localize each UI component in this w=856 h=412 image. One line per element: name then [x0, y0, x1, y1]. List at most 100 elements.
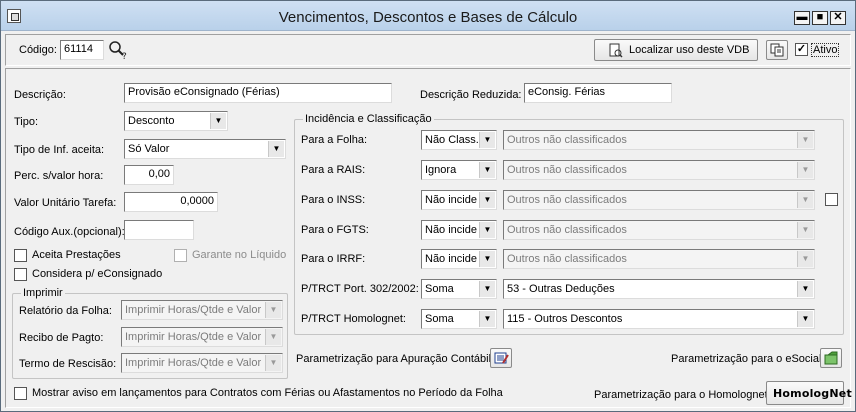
mostrar-aviso-label: Mostrar aviso em lançamentos para Contra… — [32, 387, 503, 399]
imprimir-row-label: Relatório da Folha: — [19, 305, 112, 317]
trct-302-long-value: 53 - Outras Deduções — [507, 283, 615, 295]
codigo-input[interactable]: 61114 — [60, 40, 104, 60]
inss-short-select[interactable]: Não incide ▼ — [421, 190, 497, 210]
param-homolognet-label: Parametrização para o Homolognet: — [594, 389, 771, 401]
chevron-down-icon[interactable]: ▼ — [479, 251, 495, 267]
descricao-reduzida-input[interactable]: eConsig. Férias — [524, 83, 672, 103]
chevron-down-icon[interactable]: ▼ — [479, 222, 495, 238]
imprimir-title: Imprimir — [21, 287, 65, 299]
rais-long-value: Outros não classificados — [507, 164, 627, 176]
descricao-label: Descrição: — [14, 89, 66, 101]
termo-rescisao-value: Imprimir Horas/Qtde e Valor — [125, 357, 262, 369]
considera-econsignado-label: Considera p/ eConsignado — [32, 268, 163, 280]
inss-long-value: Outros não classificados — [507, 194, 627, 206]
perc-label: Perc. s/valor hora: — [14, 170, 104, 182]
chevron-down-icon[interactable]: ▼ — [479, 132, 495, 148]
aceita-prestacoes-label: Aceita Prestações — [32, 249, 121, 261]
chevron-down-icon: ▼ — [265, 302, 281, 318]
minimize-button[interactable]: ▬ — [794, 11, 810, 25]
copy-icon — [770, 43, 785, 60]
main-panel: Descrição: Provisão eConsignado (Férias)… — [5, 68, 852, 408]
chevron-down-icon[interactable]: ▼ — [479, 311, 495, 327]
chevron-down-icon[interactable]: ▼ — [797, 281, 813, 297]
rais-short-select[interactable]: Ignora ▼ — [421, 160, 497, 180]
rais-short-value: Ignora — [425, 164, 457, 176]
trct-302-short-select[interactable]: Soma ▼ — [421, 279, 497, 299]
svg-text:?: ? — [122, 52, 127, 60]
inss-short-value: Não incide — [425, 194, 477, 206]
chevron-down-icon: ▼ — [797, 162, 813, 178]
ledger-edit-icon — [494, 351, 509, 368]
chevron-down-icon[interactable]: ▼ — [479, 192, 495, 208]
chevron-down-icon[interactable]: ▼ — [479, 162, 495, 178]
inss-long-select: Outros não classificados ▼ — [503, 190, 815, 210]
inss-checkbox[interactable] — [825, 193, 838, 206]
termo-rescisao-select: Imprimir Horas/Qtde e Valor ▼ — [121, 353, 283, 373]
trct-302-long-select[interactable]: 53 - Outras Deduções ▼ — [503, 279, 815, 299]
chevron-down-icon[interactable]: ▼ — [210, 113, 226, 129]
incidencia-title: Incidência e Classificação — [303, 113, 434, 125]
trct-homolognet-short-select[interactable]: Soma ▼ — [421, 309, 497, 329]
chevron-down-icon: ▼ — [797, 251, 813, 267]
incidencia-row-label: Para a Folha: — [301, 134, 368, 146]
close-button[interactable]: ✕ — [830, 11, 846, 25]
garante-liquido-label: Garante no Líquido — [192, 249, 287, 261]
rais-long-select: Outros não classificados ▼ — [503, 160, 815, 180]
tipo-value: Desconto — [128, 115, 175, 127]
irrf-short-value: Não incide — [425, 253, 477, 265]
chevron-down-icon[interactable]: ▼ — [797, 311, 813, 327]
chevron-down-icon[interactable]: ▼ — [479, 281, 495, 297]
folha-long-select: Outros não classificados ▼ — [503, 130, 815, 150]
copy-button[interactable] — [766, 40, 788, 60]
imprimir-group: Imprimir Relatório da Folha: Imprimir Ho… — [12, 287, 288, 379]
window-title: Vencimentos, Descontos e Bases de Cálcul… — [278, 9, 578, 26]
descricao-input[interactable]: Provisão eConsignado (Férias) — [124, 83, 392, 103]
fgts-short-select[interactable]: Não incide ▼ — [421, 220, 497, 240]
param-esocial-button[interactable] — [820, 348, 842, 368]
chevron-down-icon[interactable]: ▼ — [268, 141, 284, 157]
trct-homolognet-long-select[interactable]: 115 - Outros Descontos ▼ — [503, 309, 815, 329]
codigo-aux-label: Código Aux.(opcional): — [14, 226, 125, 238]
tipo-inf-select[interactable]: Só Valor ▼ — [124, 139, 286, 159]
valor-unitario-input[interactable]: 0,0000 — [124, 192, 218, 212]
relatorio-folha-value: Imprimir Horas/Qtde e Valor — [125, 304, 262, 316]
tipo-inf-value: Só Valor — [128, 143, 170, 155]
incidencia-row-label: Para o INSS: — [301, 194, 366, 206]
descricao-reduzida-label: Descrição Reduzida: — [420, 89, 522, 101]
codigo-label: Código: — [19, 44, 57, 56]
incidencia-row-label: P/TRCT Homolognet: — [301, 313, 406, 325]
irrf-long-select: Outros não classificados ▼ — [503, 249, 815, 269]
search-help-icon[interactable]: ? — [108, 40, 128, 62]
relatorio-folha-select: Imprimir Horas/Qtde e Valor ▼ — [121, 300, 283, 320]
incidencia-row-label: Para a RAIS: — [301, 164, 366, 176]
homolognet-logo: HomologNet — [773, 387, 852, 400]
maximize-button[interactable]: ■ — [812, 11, 828, 25]
esocial-icon — [824, 351, 839, 368]
chevron-down-icon: ▼ — [265, 329, 281, 345]
irrf-short-select[interactable]: Não incide ▼ — [421, 249, 497, 269]
codigo-aux-input[interactable] — [124, 220, 194, 240]
incidencia-row-label: P/TRCT Port. 302/2002: — [301, 283, 419, 295]
tipo-inf-label: Tipo de Inf. aceita: — [14, 144, 105, 156]
folha-short-value: Não Class. — [425, 134, 478, 146]
param-contabil-button[interactable] — [490, 348, 512, 368]
param-homolognet-button[interactable]: HomologNet — [766, 381, 852, 405]
localizar-uso-button[interactable]: Localizar uso deste VDB — [594, 39, 758, 61]
trct-homolognet-long-value: 115 - Outros Descontos — [507, 313, 623, 325]
fgts-long-select: Outros não classificados ▼ — [503, 220, 815, 240]
recibo-pagto-value: Imprimir Horas/Qtde e Valor — [125, 331, 262, 343]
chevron-down-icon: ▼ — [797, 192, 813, 208]
chevron-down-icon: ▼ — [265, 355, 281, 371]
perc-input[interactable]: 0,00 — [124, 165, 174, 185]
aceita-prestacoes-checkbox[interactable] — [14, 249, 27, 262]
considera-econsignado-checkbox[interactable] — [14, 268, 27, 281]
valor-unitario-label: Valor Unitário Tarefa: — [14, 197, 117, 209]
imprimir-row-label: Termo de Rescisão: — [19, 358, 117, 370]
mostrar-aviso-checkbox[interactable] — [14, 387, 27, 400]
trct-302-short-value: Soma — [425, 283, 454, 295]
folha-short-select[interactable]: Não Class. ▼ — [421, 130, 497, 150]
tipo-select[interactable]: Desconto ▼ — [124, 111, 228, 131]
ativo-checkbox[interactable]: ✓ — [795, 43, 808, 56]
imprimir-row-label: Recibo de Pagto: — [19, 332, 104, 344]
chevron-down-icon: ▼ — [797, 222, 813, 238]
